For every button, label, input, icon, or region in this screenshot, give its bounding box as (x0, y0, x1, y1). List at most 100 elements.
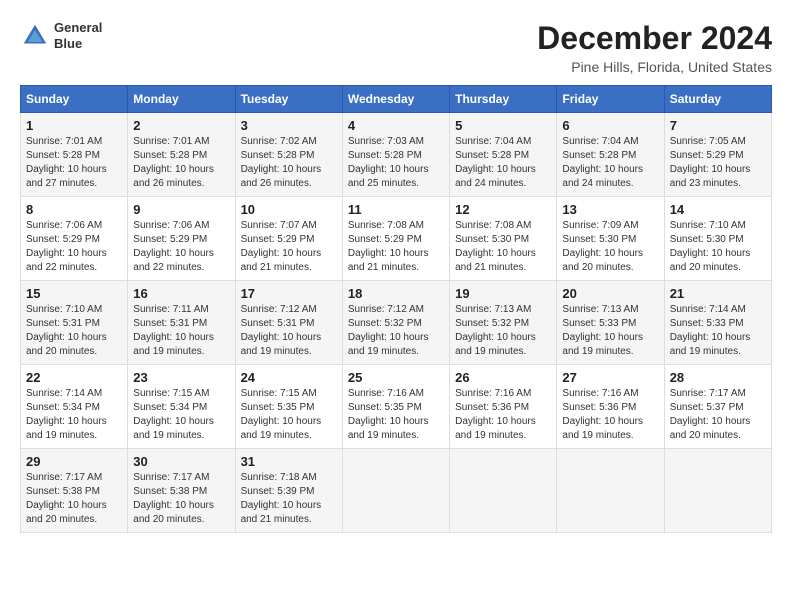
day-detail: Sunrise: 7:03 AMSunset: 5:28 PMDaylight:… (348, 135, 444, 191)
week-row-0: 1 Sunrise: 7:01 AMSunset: 5:28 PMDaylight… (21, 113, 772, 197)
day-number: 12 (455, 202, 551, 217)
day-number: 8 (26, 202, 122, 217)
calendar-cell (342, 449, 449, 533)
day-detail: Sunrise: 7:14 AMSunset: 5:33 PMDaylight:… (670, 303, 766, 359)
logo-line2: Blue (54, 36, 102, 52)
logo-icon (20, 21, 50, 51)
week-row-1: 8Sunrise: 7:06 AMSunset: 5:29 PMDaylight… (21, 197, 772, 281)
day-detail: Sunrise: 7:08 AMSunset: 5:30 PMDaylight:… (455, 219, 551, 275)
header-tuesday: Tuesday (235, 86, 342, 113)
calendar-cell: 17Sunrise: 7:12 AMSunset: 5:31 PMDayligh… (235, 281, 342, 365)
header-wednesday: Wednesday (342, 86, 449, 113)
day-detail: Sunrise: 7:11 AMSunset: 5:31 PMDaylight:… (133, 303, 229, 359)
day-number: 19 (455, 286, 551, 301)
month-title: December 2024 (537, 20, 772, 57)
day-detail: Sunrise: 7:15 AMSunset: 5:35 PMDaylight:… (241, 387, 337, 443)
day-number: 13 (562, 202, 658, 217)
calendar-cell: 15 Sunrise: 7:10 AMSunset: 5:31 PMDayligh… (21, 281, 128, 365)
calendar-cell: 26Sunrise: 7:16 AMSunset: 5:36 PMDayligh… (450, 365, 557, 449)
week-row-4: 29 Sunrise: 7:17 AMSunset: 5:38 PMDayligh… (21, 449, 772, 533)
day-detail: Sunrise: 7:01 AMSunset: 5:28 PMDaylight:… (133, 135, 229, 191)
day-detail: Sunrise: 7:10 AMSunset: 5:31 PMDaylight:… (26, 303, 122, 359)
calendar-cell: 20 Sunrise: 7:13 AMSunset: 5:33 PMDayligh… (557, 281, 664, 365)
header-friday: Friday (557, 86, 664, 113)
day-number: 25 (348, 370, 444, 385)
day-detail: Sunrise: 7:05 AMSunset: 5:29 PMDaylight:… (670, 135, 766, 191)
calendar-cell: 10 Sunrise: 7:07 AMSunset: 5:29 PMDayligh… (235, 197, 342, 281)
day-detail: Sunrise: 7:17 AMSunset: 5:38 PMDaylight:… (133, 471, 229, 527)
day-detail: Sunrise: 7:04 AMSunset: 5:28 PMDaylight:… (562, 135, 658, 191)
calendar-cell: 29 Sunrise: 7:17 AMSunset: 5:38 PMDayligh… (21, 449, 128, 533)
day-number: 28 (670, 370, 766, 385)
day-detail: Sunrise: 7:09 AMSunset: 5:30 PMDaylight:… (562, 219, 658, 275)
calendar-cell: 7 Sunrise: 7:05 AMSunset: 5:29 PMDaylight… (664, 113, 771, 197)
calendar-cell: 9Sunrise: 7:06 AMSunset: 5:29 PMDaylight… (128, 197, 235, 281)
calendar-cell: 14 Sunrise: 7:10 AMSunset: 5:30 PMDayligh… (664, 197, 771, 281)
day-number: 26 (455, 370, 551, 385)
day-number: 17 (241, 286, 337, 301)
day-detail: Sunrise: 7:16 AMSunset: 5:36 PMDaylight:… (562, 387, 658, 443)
calendar-header: SundayMondayTuesdayWednesdayThursdayFrid… (21, 86, 772, 113)
calendar-cell: 21Sunrise: 7:14 AMSunset: 5:33 PMDayligh… (664, 281, 771, 365)
day-number: 5 (455, 118, 551, 133)
day-detail: Sunrise: 7:17 AMSunset: 5:38 PMDaylight:… (26, 471, 122, 527)
calendar-cell: 16 Sunrise: 7:11 AMSunset: 5:31 PMDayligh… (128, 281, 235, 365)
day-detail: Sunrise: 7:13 AMSunset: 5:33 PMDaylight:… (562, 303, 658, 359)
calendar-cell: 30 Sunrise: 7:17 AMSunset: 5:38 PMDayligh… (128, 449, 235, 533)
header-monday: Monday (128, 86, 235, 113)
week-row-2: 15 Sunrise: 7:10 AMSunset: 5:31 PMDayligh… (21, 281, 772, 365)
day-detail: Sunrise: 7:16 AMSunset: 5:35 PMDaylight:… (348, 387, 444, 443)
day-detail: Sunrise: 7:13 AMSunset: 5:32 PMDaylight:… (455, 303, 551, 359)
day-number: 11 (348, 202, 444, 217)
title-area: December 2024 Pine Hills, Florida, Unite… (537, 20, 772, 75)
day-number: 31 (241, 454, 337, 469)
day-detail: Sunrise: 7:12 AMSunset: 5:32 PMDaylight:… (348, 303, 444, 359)
day-detail: Sunrise: 7:18 AMSunset: 5:39 PMDaylight:… (241, 471, 337, 527)
calendar-cell: 6 Sunrise: 7:04 AMSunset: 5:28 PMDaylight… (557, 113, 664, 197)
day-number: 1 (26, 118, 122, 133)
day-detail: Sunrise: 7:15 AMSunset: 5:34 PMDaylight:… (133, 387, 229, 443)
day-detail: Sunrise: 7:04 AMSunset: 5:28 PMDaylight:… (455, 135, 551, 191)
day-number: 6 (562, 118, 658, 133)
day-number: 24 (241, 370, 337, 385)
day-number: 30 (133, 454, 229, 469)
day-number: 10 (241, 202, 337, 217)
week-row-3: 22 Sunrise: 7:14 AMSunset: 5:34 PMDayligh… (21, 365, 772, 449)
day-detail: Sunrise: 7:14 AMSunset: 5:34 PMDaylight:… (26, 387, 122, 443)
page-header: General Blue December 2024 Pine Hills, F… (20, 20, 772, 75)
header-thursday: Thursday (450, 86, 557, 113)
day-detail: Sunrise: 7:02 AMSunset: 5:28 PMDaylight:… (241, 135, 337, 191)
day-number: 3 (241, 118, 337, 133)
day-number: 14 (670, 202, 766, 217)
calendar-cell: 3 Sunrise: 7:02 AMSunset: 5:28 PMDaylight… (235, 113, 342, 197)
calendar-cell (450, 449, 557, 533)
day-detail: Sunrise: 7:08 AMSunset: 5:29 PMDaylight:… (348, 219, 444, 275)
day-number: 22 (26, 370, 122, 385)
day-number: 16 (133, 286, 229, 301)
calendar-cell: 5 Sunrise: 7:04 AMSunset: 5:28 PMDaylight… (450, 113, 557, 197)
day-number: 2 (133, 118, 229, 133)
calendar-cell: 31 Sunrise: 7:18 AMSunset: 5:39 PMDayligh… (235, 449, 342, 533)
calendar-cell: 22 Sunrise: 7:14 AMSunset: 5:34 PMDayligh… (21, 365, 128, 449)
calendar-cell (664, 449, 771, 533)
header-saturday: Saturday (664, 86, 771, 113)
logo-line1: General (54, 20, 102, 36)
day-detail: Sunrise: 7:10 AMSunset: 5:30 PMDaylight:… (670, 219, 766, 275)
calendar-cell: 28 Sunrise: 7:17 AMSunset: 5:37 PMDayligh… (664, 365, 771, 449)
calendar-cell: 19 Sunrise: 7:13 AMSunset: 5:32 PMDayligh… (450, 281, 557, 365)
calendar-cell: 27Sunrise: 7:16 AMSunset: 5:36 PMDayligh… (557, 365, 664, 449)
day-number: 15 (26, 286, 122, 301)
day-detail: Sunrise: 7:17 AMSunset: 5:37 PMDaylight:… (670, 387, 766, 443)
day-number: 20 (562, 286, 658, 301)
calendar-cell: 2 Sunrise: 7:01 AMSunset: 5:28 PMDaylight… (128, 113, 235, 197)
day-number: 7 (670, 118, 766, 133)
day-detail: Sunrise: 7:07 AMSunset: 5:29 PMDaylight:… (241, 219, 337, 275)
calendar-cell: 18Sunrise: 7:12 AMSunset: 5:32 PMDayligh… (342, 281, 449, 365)
day-number: 29 (26, 454, 122, 469)
calendar-cell: 11 Sunrise: 7:08 AMSunset: 5:29 PMDayligh… (342, 197, 449, 281)
header-sunday: Sunday (21, 86, 128, 113)
calendar-cell: 8Sunrise: 7:06 AMSunset: 5:29 PMDaylight… (21, 197, 128, 281)
day-number: 9 (133, 202, 229, 217)
day-detail: Sunrise: 7:01 AMSunset: 5:28 PMDaylight:… (26, 135, 122, 191)
calendar-cell: 4Sunrise: 7:03 AMSunset: 5:28 PMDaylight… (342, 113, 449, 197)
